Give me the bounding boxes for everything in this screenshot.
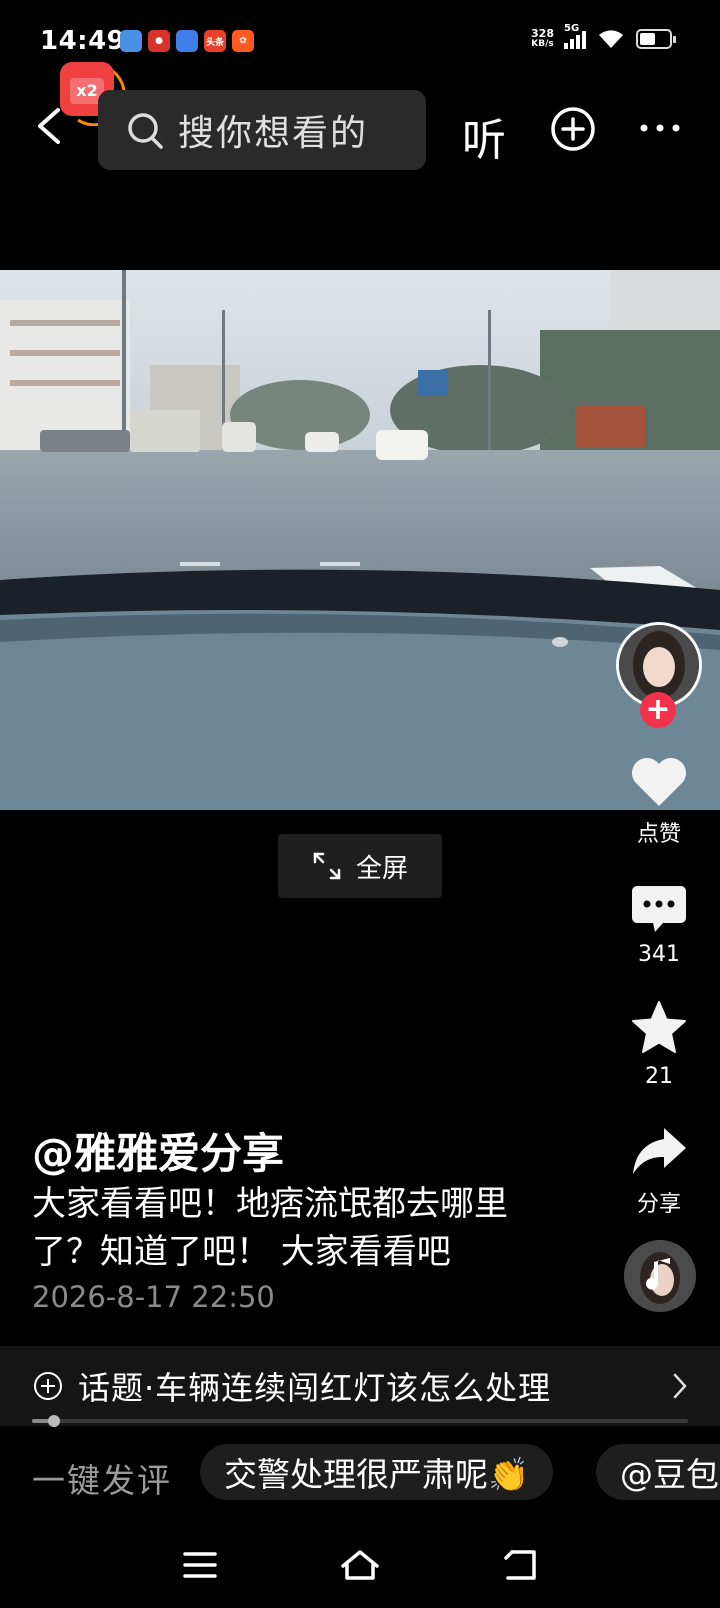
browser-app-icon [176, 30, 198, 52]
star-icon [632, 1001, 686, 1053]
comment-icon [632, 886, 686, 932]
svg-text:x2: x2 [76, 81, 97, 100]
favorite-button[interactable]: 21 [614, 1000, 704, 1089]
wifi-icon [599, 30, 623, 48]
fullscreen-button[interactable]: 全屏 [278, 834, 442, 898]
post-date: 2026-8-17 22:50 [32, 1280, 275, 1314]
home-icon[interactable] [340, 1548, 380, 1582]
expand-icon [313, 852, 341, 880]
menu-icon[interactable] [182, 1548, 218, 1582]
publish-plus-button[interactable] [550, 106, 596, 152]
signal-icon: 5G [564, 23, 586, 49]
kuaishou-app-icon: ✿ [232, 30, 254, 52]
share-arrow-icon [633, 1128, 686, 1174]
share-button[interactable]: 分享 [614, 1126, 704, 1218]
chevron-right-icon [673, 1373, 687, 1399]
video-progress-bar[interactable] [32, 1415, 688, 1427]
cloud-app-icon [120, 30, 142, 52]
more-menu-button[interactable] [638, 118, 682, 138]
video-player[interactable] [0, 270, 720, 810]
net-speed: 328 KB/s [531, 27, 554, 49]
game-app-icon: ● [148, 30, 170, 52]
toutiao-app-icon: 头条 [204, 30, 226, 52]
search-input[interactable]: 搜你想看的 [98, 90, 426, 170]
fullscreen-label: 全屏 [355, 853, 408, 884]
comment-count: 341 [638, 942, 680, 967]
like-label: 点赞 [636, 822, 681, 847]
quick-comment-chip[interactable]: 交警处理很严肃呢👏 [200, 1444, 554, 1500]
quick-comment-chip[interactable]: @豆包 [596, 1444, 720, 1500]
comment-button[interactable]: 341 [614, 884, 704, 967]
like-button[interactable]: 点赞 [614, 756, 704, 848]
back-nav-icon[interactable] [502, 1548, 538, 1582]
listen-button[interactable]: 听 [462, 104, 506, 168]
status-time: 14:49 [40, 26, 126, 56]
status-app-icons: ● 头条 ✿ [120, 30, 254, 52]
post-description: 大家看看吧！地痞流氓都去哪里了？知道了吧！ 大家看看吧 [32, 1184, 508, 1272]
follow-button[interactable]: + [640, 692, 676, 728]
topic-plus-icon [34, 1372, 62, 1400]
author-avatar-button[interactable]: + [616, 622, 704, 728]
music-note-icon [624, 1240, 696, 1312]
music-disc-button[interactable] [624, 1240, 696, 1312]
search-icon [128, 113, 163, 149]
author-name[interactable]: @雅雅爱分享 [32, 1120, 284, 1181]
quick-comment-label: 一键发评 [32, 1461, 172, 1500]
progress-handle[interactable] [47, 1415, 60, 1427]
share-label: 分享 [636, 1192, 681, 1217]
favorite-count: 21 [645, 1064, 673, 1089]
search-placeholder: 搜你想看的 [178, 113, 369, 154]
topic-link[interactable]: 话题·车辆连续闯红灯该怎么处理 [0, 1346, 720, 1426]
battery-icon [636, 29, 676, 49]
status-right: 328 KB/s 5G [531, 23, 676, 50]
heart-icon [632, 758, 686, 806]
topic-text: 话题·车辆连续闯红灯该怎么处理 [78, 1369, 552, 1407]
